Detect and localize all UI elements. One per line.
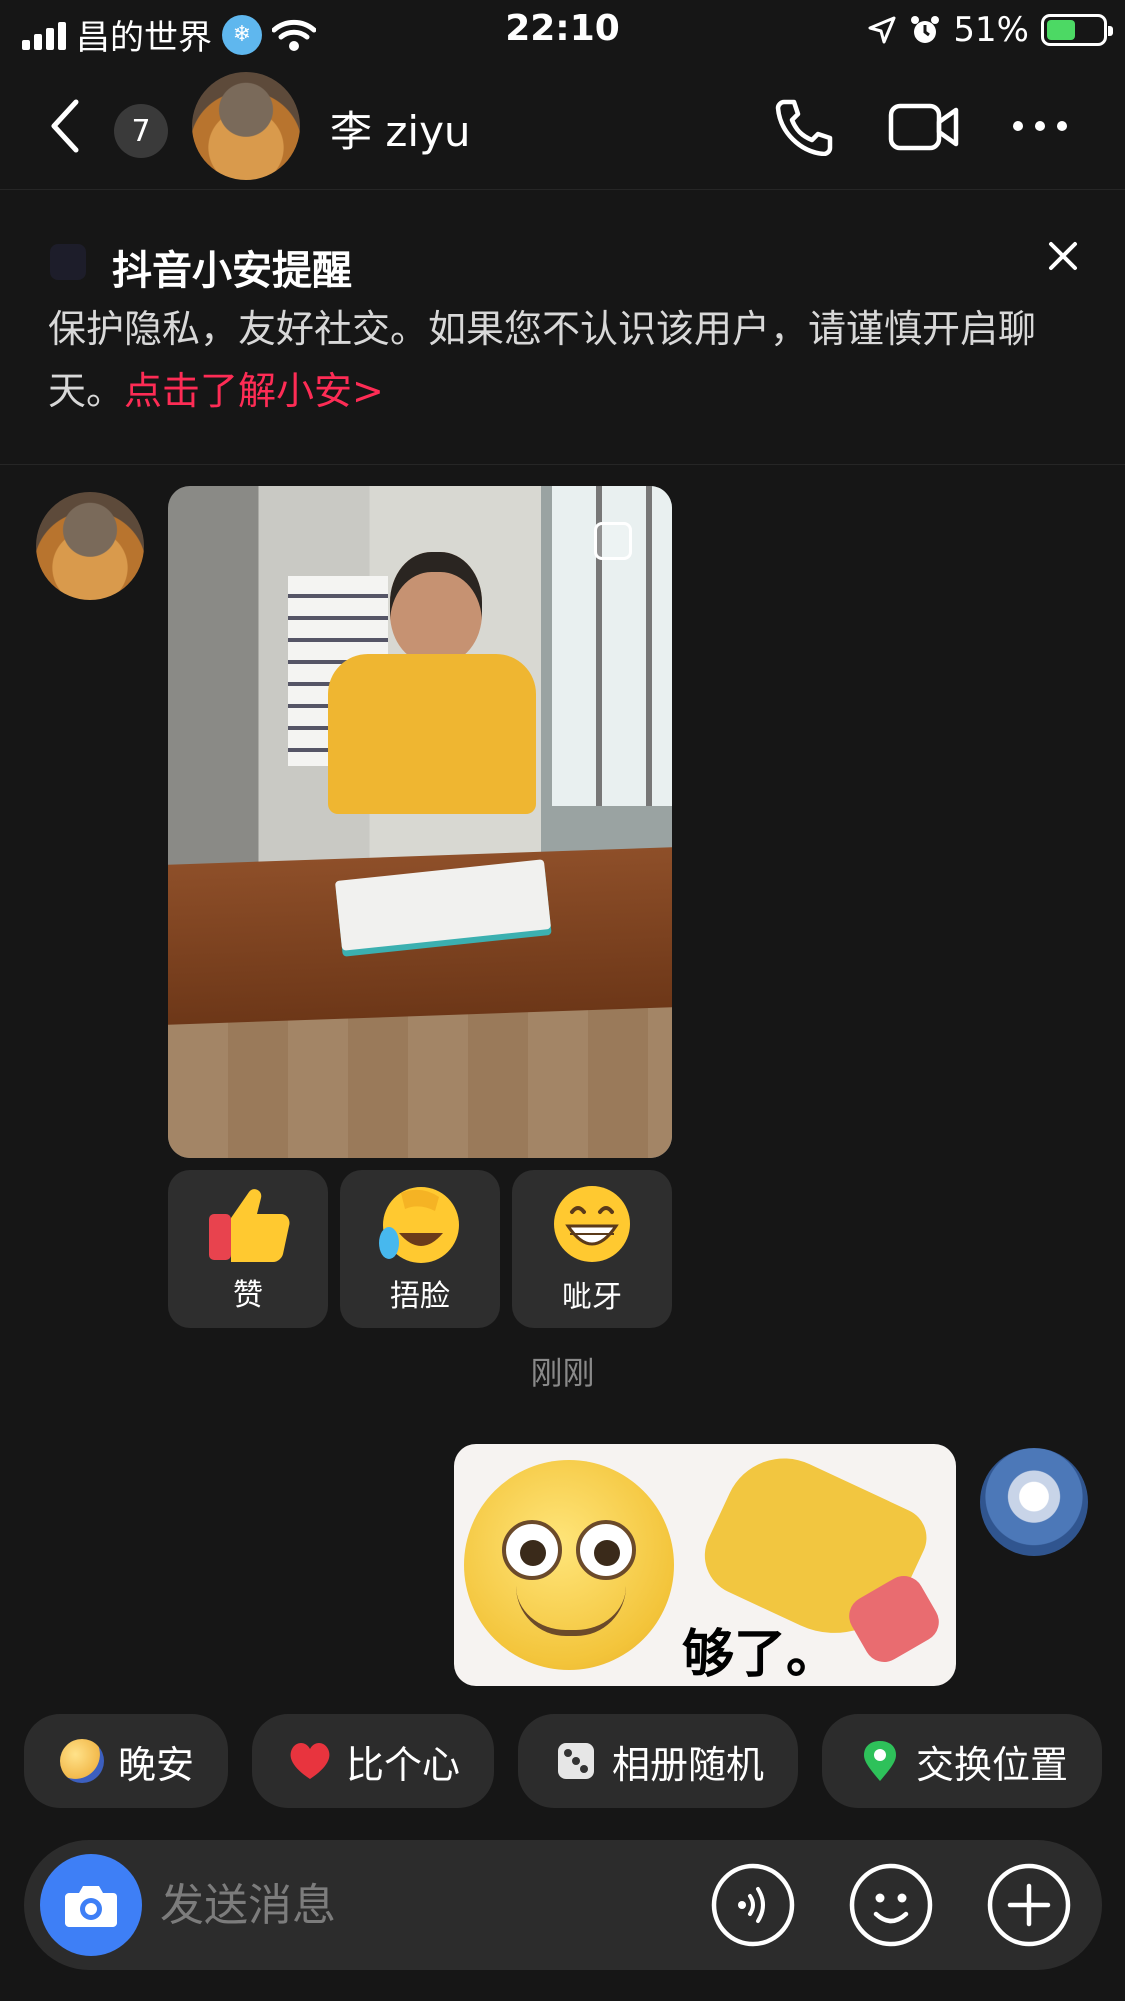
quick-reply-label: 交换位置 — [916, 1742, 1069, 1787]
learn-more-link[interactable]: 点击了解小安> — [124, 369, 384, 413]
grin-icon — [554, 1186, 630, 1262]
emoji-icon[interactable] — [848, 1862, 934, 1948]
battery-percent: 51% — [953, 10, 1029, 50]
xiaoan-logo-icon — [50, 244, 86, 280]
quick-reply-random-album[interactable]: 相册随机 — [518, 1714, 799, 1808]
contact-avatar[interactable] — [192, 72, 300, 180]
my-avatar[interactable] — [980, 1448, 1088, 1556]
alarm-icon — [911, 16, 940, 43]
quick-reply-share-location[interactable]: 交换位置 — [822, 1714, 1103, 1808]
battery-icon — [1041, 14, 1113, 46]
reaction-grin[interactable]: 呲牙 — [512, 1170, 672, 1328]
voice-message-icon[interactable] — [710, 1862, 796, 1948]
quick-reply-goodnight[interactable]: 晚安 — [24, 1714, 229, 1808]
photo-person-head — [390, 552, 482, 664]
quick-reply-bar: 晚安 比个心 相册随机 交换位置 — [24, 1714, 1103, 1808]
facepalm-laugh-icon — [379, 1187, 459, 1263]
reaction-like[interactable]: 赞 — [168, 1170, 328, 1328]
select-checkbox-icon[interactable] — [594, 522, 632, 560]
quick-reply-label: 比个心 — [346, 1742, 461, 1787]
chat-header: 7 李 ziyu — [0, 62, 1125, 190]
sticker-mouth — [516, 1586, 626, 1636]
sticker-eye — [576, 1520, 636, 1580]
dice-icon — [558, 1743, 595, 1779]
add-more-icon[interactable] — [986, 1862, 1072, 1948]
photo-message[interactable] — [168, 486, 672, 1158]
reaction-label: 捂脸 — [390, 1279, 450, 1314]
sticker-caption: 够了。 — [682, 1625, 839, 1685]
sender-avatar[interactable] — [36, 492, 144, 600]
reminder-body: 保护隐私，友好社交。如果您不认识该用户，请谨慎开启聊天。点击了解小安> — [48, 298, 1088, 422]
moon-face-icon — [60, 1739, 104, 1783]
sticker-eye — [502, 1520, 562, 1580]
reaction-label: 赞 — [233, 1278, 263, 1313]
camera-button[interactable] — [40, 1854, 142, 1956]
quick-reactions: 赞 捂脸 呲牙 — [168, 1170, 672, 1328]
contact-name[interactable]: 李 ziyu — [330, 98, 471, 159]
sticker-message[interactable]: 够了。 — [454, 1444, 956, 1686]
phone-call-icon[interactable] — [770, 96, 836, 156]
status-bar: 昌的世界 ❄ 22:10 51% — [0, 0, 1125, 62]
safety-reminder-banner: 抖音小安提醒 保护隐私，友好社交。如果您不认识该用户，请谨慎开启聊天。点击了解小… — [0, 190, 1125, 465]
close-icon[interactable] — [1045, 238, 1081, 274]
location-arrow-icon — [868, 16, 896, 44]
unread-count-badge: 7 — [114, 104, 168, 158]
message-input[interactable] — [160, 1870, 680, 1940]
message-input-bar — [24, 1840, 1102, 1970]
video-call-icon[interactable] — [888, 96, 960, 156]
more-options-icon[interactable] — [1010, 96, 1070, 156]
reminder-title: 抖音小安提醒 — [112, 248, 352, 294]
quick-reply-label: 相册随机 — [612, 1742, 765, 1787]
heart-icon — [290, 1743, 330, 1779]
reaction-label: 呲牙 — [562, 1280, 622, 1315]
photo-person-body — [328, 654, 536, 814]
location-pin-icon — [864, 1741, 897, 1781]
quick-reply-label: 晚安 — [118, 1742, 195, 1787]
smiley-face-icon — [464, 1460, 674, 1670]
thumbs-up-icon — [209, 1189, 290, 1262]
camera-icon — [65, 1886, 117, 1927]
message-timestamp: 刚刚 — [530, 1354, 595, 1392]
quick-reply-heart[interactable]: 比个心 — [252, 1714, 495, 1808]
back-button[interactable] — [46, 98, 86, 154]
reaction-facepalm[interactable]: 捂脸 — [340, 1170, 500, 1328]
